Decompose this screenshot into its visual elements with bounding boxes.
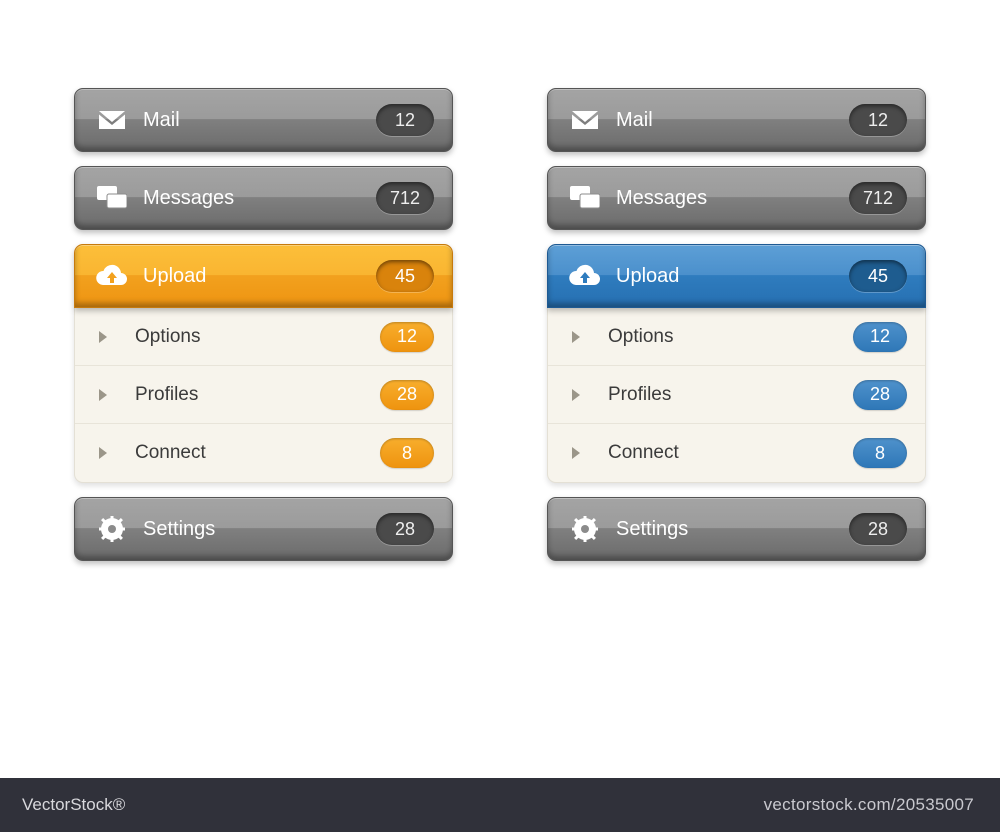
count-badge: 28 bbox=[376, 513, 434, 545]
count-badge: 712 bbox=[849, 182, 907, 214]
upload-item[interactable]: Upload45 bbox=[74, 244, 453, 308]
footer-bar: VectorStock® vectorstock.com/20535007 bbox=[0, 778, 1000, 832]
subitem-label: Profiles bbox=[608, 384, 853, 406]
settings-item[interactable]: Settings28 bbox=[74, 497, 453, 561]
count-badge: 28 bbox=[380, 380, 434, 410]
count-badge: 8 bbox=[380, 438, 434, 468]
item-label: Mail bbox=[616, 109, 849, 132]
count-badge: 12 bbox=[849, 104, 907, 136]
subitem-label: Options bbox=[135, 326, 380, 348]
chevron-right-icon bbox=[99, 389, 107, 401]
chevron-right-icon bbox=[99, 447, 107, 459]
options-subitem[interactable]: Options12 bbox=[548, 308, 925, 366]
subitem-label: Options bbox=[608, 326, 853, 348]
count-badge: 28 bbox=[853, 380, 907, 410]
menu-column: Mail12Messages712Upload45Options12Profil… bbox=[547, 88, 926, 575]
chat-icon bbox=[568, 186, 602, 210]
count-badge: 28 bbox=[849, 513, 907, 545]
gear-icon bbox=[568, 516, 602, 542]
mail-item[interactable]: Mail12 bbox=[547, 88, 926, 152]
menu-stage: Mail12Messages712Upload45Options12Profil… bbox=[0, 0, 1000, 575]
mail-icon bbox=[568, 109, 602, 131]
profiles-subitem[interactable]: Profiles28 bbox=[75, 366, 452, 424]
submenu: Options12Profiles28Connect8 bbox=[74, 308, 453, 483]
item-label: Settings bbox=[143, 518, 376, 541]
gear-icon bbox=[95, 516, 129, 542]
chevron-right-icon bbox=[572, 389, 580, 401]
item-label: Messages bbox=[143, 187, 376, 210]
settings-item[interactable]: Settings28 bbox=[547, 497, 926, 561]
subitem-label: Connect bbox=[608, 442, 853, 464]
count-badge: 8 bbox=[853, 438, 907, 468]
upload-item[interactable]: Upload45 bbox=[547, 244, 926, 308]
profiles-subitem[interactable]: Profiles28 bbox=[548, 366, 925, 424]
count-badge: 12 bbox=[376, 104, 434, 136]
item-label: Upload bbox=[616, 265, 849, 288]
chevron-right-icon bbox=[572, 447, 580, 459]
cloud-upload-icon bbox=[568, 264, 602, 288]
messages-item[interactable]: Messages712 bbox=[547, 166, 926, 230]
item-label: Upload bbox=[143, 265, 376, 288]
item-label: Messages bbox=[616, 187, 849, 210]
chat-icon bbox=[95, 186, 129, 210]
brand-label: VectorStock® bbox=[22, 795, 125, 815]
menu-column: Mail12Messages712Upload45Options12Profil… bbox=[74, 88, 453, 575]
subitem-label: Connect bbox=[135, 442, 380, 464]
count-badge: 12 bbox=[853, 322, 907, 352]
chevron-right-icon bbox=[99, 331, 107, 343]
mail-item[interactable]: Mail12 bbox=[74, 88, 453, 152]
image-id-label: vectorstock.com/20535007 bbox=[764, 795, 974, 815]
options-subitem[interactable]: Options12 bbox=[75, 308, 452, 366]
connect-subitem[interactable]: Connect8 bbox=[75, 424, 452, 482]
connect-subitem[interactable]: Connect8 bbox=[548, 424, 925, 482]
subitem-label: Profiles bbox=[135, 384, 380, 406]
item-label: Settings bbox=[616, 518, 849, 541]
count-badge: 45 bbox=[849, 260, 907, 292]
count-badge: 712 bbox=[376, 182, 434, 214]
chevron-right-icon bbox=[572, 331, 580, 343]
item-label: Mail bbox=[143, 109, 376, 132]
count-badge: 45 bbox=[376, 260, 434, 292]
cloud-upload-icon bbox=[95, 264, 129, 288]
count-badge: 12 bbox=[380, 322, 434, 352]
mail-icon bbox=[95, 109, 129, 131]
messages-item[interactable]: Messages712 bbox=[74, 166, 453, 230]
submenu: Options12Profiles28Connect8 bbox=[547, 308, 926, 483]
